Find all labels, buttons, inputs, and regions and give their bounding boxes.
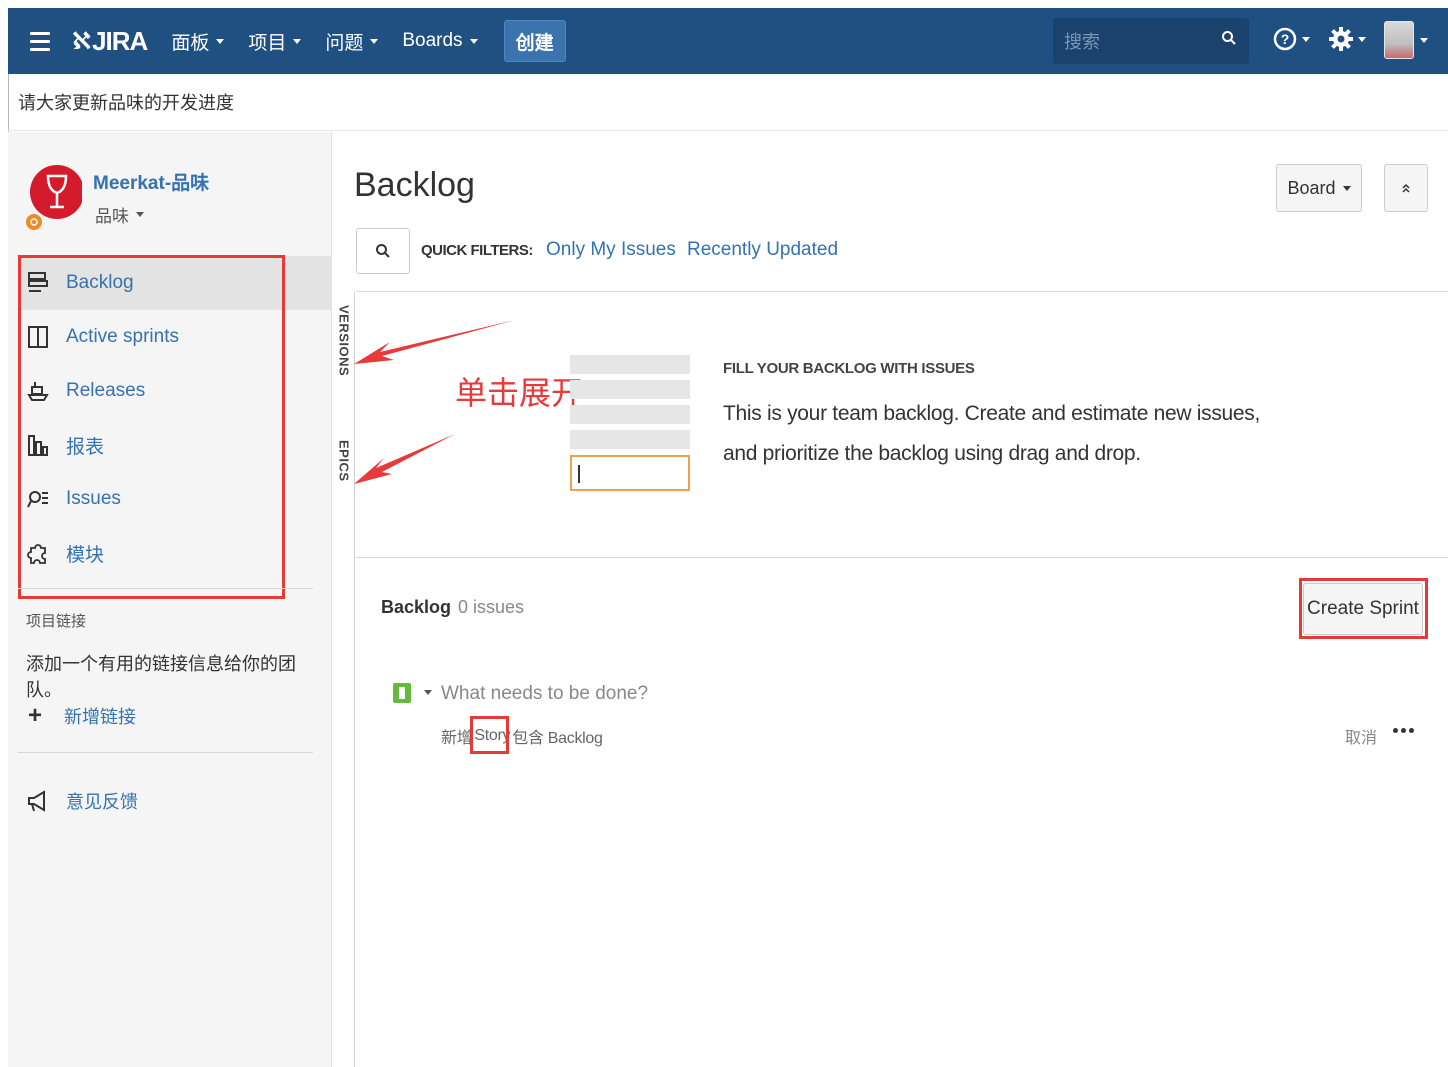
backlog-section-title: Backlog: [381, 597, 452, 617]
board-menu-button[interactable]: Board: [1276, 164, 1362, 212]
svg-text:?: ?: [1281, 31, 1290, 47]
project-links-description: 添加一个有用的链接信息给你的团队。: [26, 654, 296, 700]
nav-boards[interactable]: Boards: [402, 30, 478, 52]
create-issue-input[interactable]: [441, 680, 1301, 708]
annotation-highlight-create-sprint: [1299, 578, 1428, 639]
project-board-selector[interactable]: 品味: [95, 202, 144, 227]
chevron-down-icon: [370, 38, 379, 44]
chevron-down-icon: [1420, 37, 1428, 43]
more-icon[interactable]: [1393, 728, 1414, 733]
help-menu[interactable]: ?: [1272, 26, 1310, 52]
chevron-down-icon: [1302, 36, 1310, 42]
divider: [356, 557, 1448, 558]
filter-recently-updated[interactable]: Recently Updated: [687, 239, 838, 261]
chevron-down-icon: [136, 212, 144, 217]
add-link-button[interactable]: + 新增链接: [28, 702, 136, 730]
filter-search-button[interactable]: [356, 228, 410, 274]
chevron-down-icon[interactable]: [424, 690, 432, 695]
megaphone-icon: [26, 789, 50, 813]
empty-backlog-illustration: [570, 355, 690, 491]
nav-issues[interactable]: 问题: [325, 28, 379, 55]
empty-backlog-text: This is your team backlog. Create and es…: [723, 402, 1261, 465]
backlog-issue-count: 0 issues: [458, 597, 525, 617]
nav-dashboards[interactable]: 面板: [171, 28, 225, 55]
page-title: Backlog: [354, 166, 475, 204]
filter-only-my-issues[interactable]: Only My Issues: [546, 239, 676, 261]
chevron-down-icon: [1358, 36, 1366, 42]
chevron-down-icon: [469, 38, 478, 44]
search-icon: [1222, 31, 1236, 45]
nav-projects[interactable]: 项目: [248, 28, 302, 55]
cancel-link[interactable]: 取消: [1345, 724, 1377, 748]
create-issue-hint: 新增 Story 包含 Backlog: [441, 727, 603, 747]
create-button[interactable]: 创建: [503, 20, 566, 62]
menu-icon[interactable]: [30, 31, 50, 51]
search-icon: [376, 244, 390, 258]
divider: [18, 752, 313, 753]
plus-icon: +: [28, 702, 43, 729]
chevron-down-icon: [1342, 185, 1351, 191]
project-avatar[interactable]: [26, 158, 82, 230]
help-icon: ?: [1273, 27, 1297, 51]
top-nav: ℵ JIRA 面板 项目 问题 Boards 创建 搜索 ?: [8, 8, 1448, 74]
divider: [356, 291, 1448, 292]
jira-mark-icon: ℵ: [72, 27, 91, 55]
collapse-header-button[interactable]: [1384, 164, 1428, 212]
chevron-down-icon: [293, 38, 302, 44]
user-menu[interactable]: [1384, 21, 1428, 59]
gear-icon: [1329, 27, 1353, 51]
announcement-banner: 请大家更新品味的开发进度: [8, 74, 1448, 131]
project-name[interactable]: Meerkat-品味: [93, 168, 209, 195]
annotation-highlight-nav: [18, 255, 285, 599]
avatar: [1384, 21, 1414, 59]
jira-logo[interactable]: ℵ JIRA: [72, 26, 148, 57]
feedback-link[interactable]: 意见反馈: [26, 788, 138, 814]
sidebar: Meerkat-品味 品味 Backlog Active sprints Rel…: [8, 132, 332, 1067]
annotation-label: 单击展开: [455, 375, 584, 411]
empty-backlog-heading: FILL YOUR BACKLOG WITH ISSUES: [723, 360, 975, 377]
quick-filters-label: QUICK FILTERS:: [421, 242, 533, 259]
story-type-icon[interactable]: [393, 683, 411, 703]
double-chevron-up-icon: [1402, 183, 1410, 193]
chevron-down-icon: [216, 38, 225, 44]
annotation-highlight-story: [470, 716, 509, 754]
settings-menu[interactable]: [1328, 26, 1366, 52]
project-links-heading: 项目链接: [26, 613, 87, 630]
search-input[interactable]: 搜索: [1053, 18, 1249, 64]
divider: [18, 588, 313, 589]
